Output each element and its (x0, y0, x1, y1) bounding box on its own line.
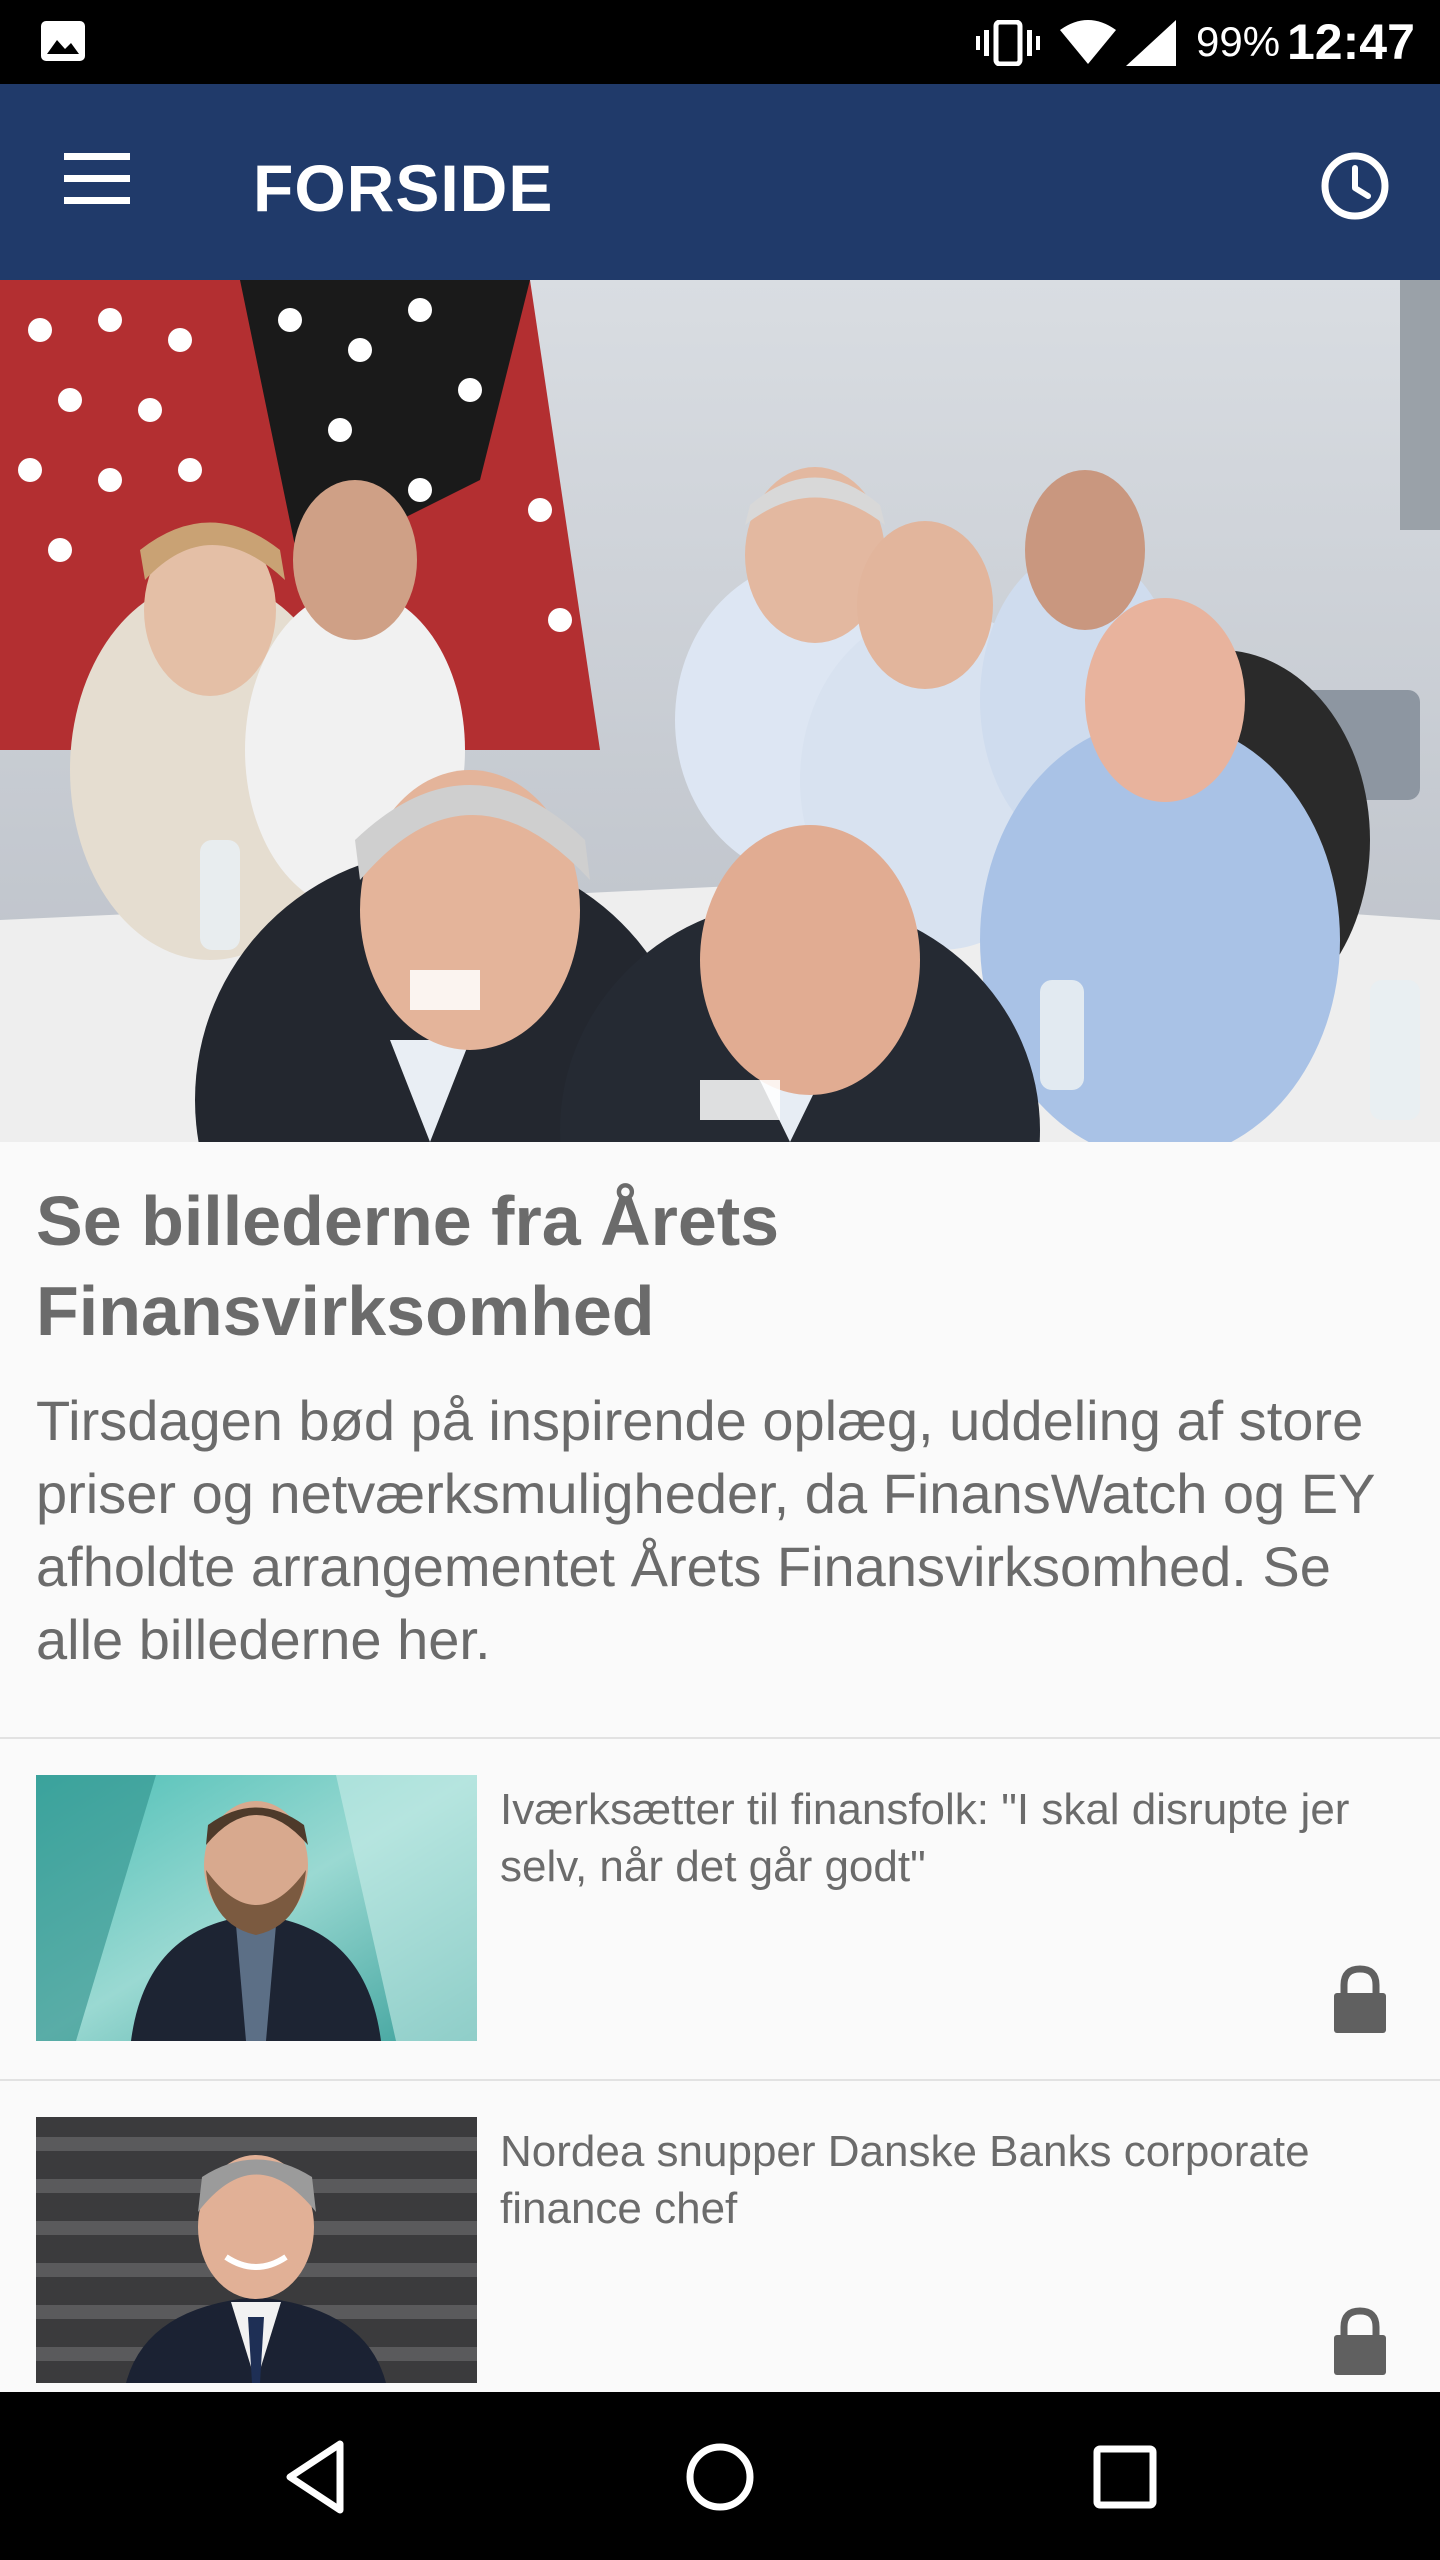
article-thumbnail (36, 2117, 477, 2383)
lock-icon (1334, 2307, 1386, 2375)
recents-button[interactable] (1070, 2422, 1180, 2532)
wifi-icon (1060, 20, 1116, 64)
clock-icon (1321, 152, 1389, 220)
status-time: 12:47 (1287, 14, 1415, 70)
back-icon (286, 2440, 344, 2514)
lock-icon (1334, 1965, 1386, 2033)
hero-article-title[interactable]: Se billederne fra Årets Finansvirksomhed (36, 1176, 1396, 1356)
app-bar: FORSIDE (0, 84, 1440, 280)
smiling-man-portrait (36, 2117, 477, 2383)
page-title: FORSIDE (253, 151, 554, 225)
article-thumbnail (36, 1775, 477, 2041)
gallery-icon (41, 21, 85, 61)
screen: 99% 12:47 FORSIDE Se billederne fra Året… (0, 0, 1440, 2560)
home-button[interactable] (665, 2422, 775, 2532)
battery-level: 99% (1196, 18, 1281, 65)
hero-image[interactable] (0, 280, 1440, 1142)
list-item[interactable]: Nordea snupper Danske Banks corporate fi… (0, 2081, 1440, 2421)
status-bar: 99% 12:47 (0, 0, 1440, 84)
vibrate-icon (976, 20, 1040, 66)
article-title: Nordea snupper Danske Banks corporate fi… (500, 2127, 1310, 2233)
signal-icon (1126, 20, 1176, 66)
bearded-man-portrait (36, 1775, 477, 2041)
list-item[interactable]: Iværksætter til finansfolk: "I skal disr… (0, 1739, 1440, 2079)
history-button[interactable] (1300, 136, 1410, 236)
navigation-bar (0, 2392, 1440, 2560)
recents-icon (1093, 2445, 1157, 2509)
back-button[interactable] (260, 2422, 370, 2532)
article-title: Iværksætter til finansfolk: "I skal disr… (500, 1785, 1350, 1891)
home-icon (686, 2443, 754, 2511)
menu-button[interactable] (40, 138, 156, 226)
hero-article-summary[interactable]: Tirsdagen bød på inspirende oplæg, uddel… (36, 1384, 1416, 1676)
conference-audience-photo (0, 280, 1440, 1142)
